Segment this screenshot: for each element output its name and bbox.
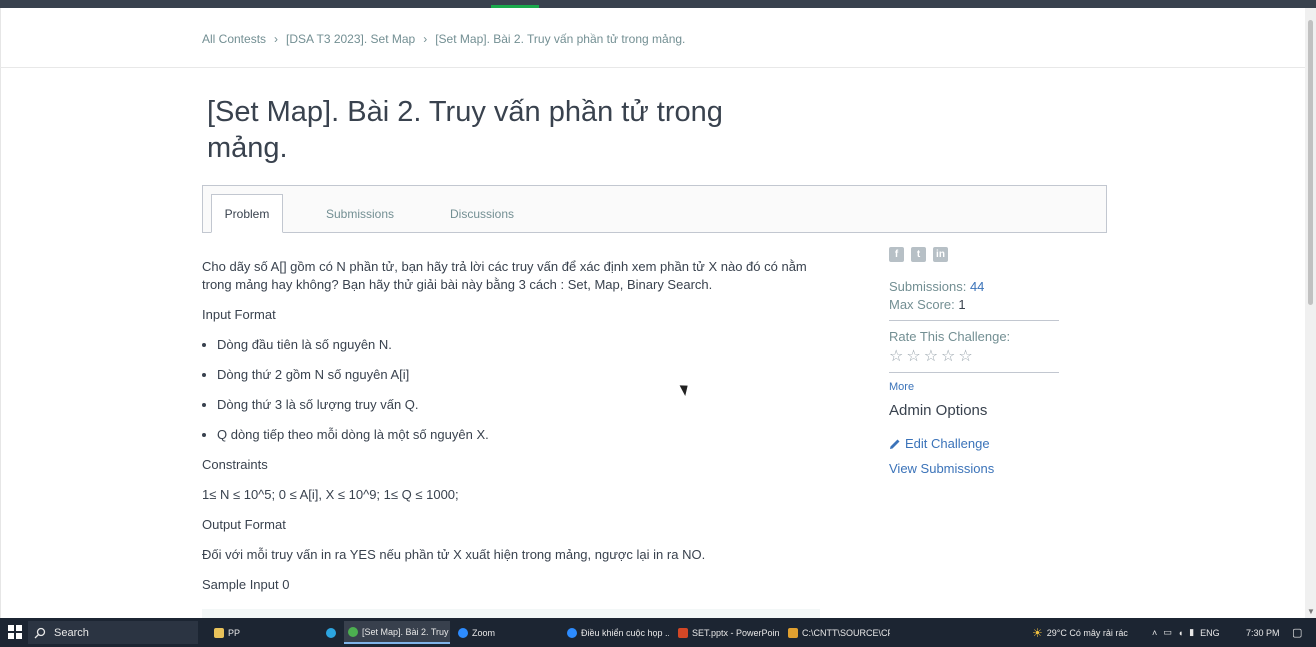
- taskbar-clock[interactable]: 7:30 PM: [1246, 621, 1280, 644]
- tab-submissions[interactable]: Submissions: [315, 194, 405, 233]
- list-item: Dòng thứ 3 là số lượng truy vấn Q.: [217, 396, 822, 414]
- taskbar-item-label: C:\CNTT\SOURCE\CP...: [802, 627, 890, 638]
- problem-intro: Cho dãy số A[] gồm có N phần tử, bạn hãy…: [202, 259, 807, 292]
- more-link[interactable]: More: [889, 381, 1061, 393]
- network-icon[interactable]: ▭: [1163, 627, 1172, 638]
- windows-taskbar: Search PP [Set Map]. Bài 2. Truy ... Zoo…: [0, 618, 1316, 647]
- rate-label: Rate This Challenge:: [889, 329, 1011, 344]
- output-format-heading: Output Format: [202, 517, 286, 532]
- taskbar-item-zoom-meeting[interactable]: Điều khiển cuộc họp ...: [563, 621, 669, 644]
- language-indicator[interactable]: ENG: [1200, 628, 1220, 638]
- taskbar-item-label: Zoom: [472, 627, 496, 638]
- tab-discussions[interactable]: Discussions: [439, 194, 525, 233]
- page-scrollbar[interactable]: ▼: [1305, 8, 1316, 618]
- weather-widget[interactable]: ☀ 29°C Có mây rải rác: [1032, 621, 1128, 644]
- volume-icon[interactable]: ◖: [1178, 628, 1183, 638]
- linkedin-icon[interactable]: in: [933, 247, 948, 262]
- taskbar-item-telegram[interactable]: [322, 621, 338, 644]
- chrome-icon: [348, 626, 358, 637]
- rating-stars: ☆ ☆ ☆ ☆ ☆: [889, 346, 1061, 366]
- input-format-heading: Input Format: [202, 307, 276, 322]
- chevron-up-icon[interactable]: ˄: [1152, 628, 1157, 638]
- sidebar-divider: [889, 372, 1059, 373]
- breadcrumb-contest[interactable]: [DSA T3 2023]. Set Map: [286, 32, 415, 46]
- output-format-text: Đối với mỗi truy vấn in ra YES nếu phần …: [202, 547, 706, 562]
- windows-start-icon[interactable]: [8, 625, 22, 639]
- header-divider: [0, 67, 1305, 68]
- challenge-sidebar: f t in Submissions: 44 Max Score: 1 Rate…: [889, 247, 1061, 481]
- list-item: Dòng thứ 2 gồm N số nguyên A[i]: [217, 366, 822, 384]
- constraints-text: 1≤ N ≤ 10^5; 0 ≤ A[i], X ≤ 10^9; 1≤ Q ≤ …: [202, 487, 459, 502]
- submissions-label: Submissions:: [889, 279, 967, 294]
- taskbar-item-powerpoint[interactable]: SET.pptx - PowerPoin...: [674, 621, 780, 644]
- codeblocks-icon: [788, 627, 798, 638]
- max-score-label: Max Score:: [889, 297, 955, 312]
- page-title: [Set Map]. Bài 2. Truy vấn phần tử trong…: [207, 96, 723, 164]
- pencil-icon: [890, 439, 900, 449]
- taskbar-item-codeblocks[interactable]: C:\CNTT\SOURCE\CP...: [784, 621, 890, 644]
- problem-statement: Cho dãy số A[] gồm có N phần tử, bạn hãy…: [202, 258, 822, 606]
- view-submissions-link[interactable]: View Submissions: [889, 456, 1061, 481]
- zoom-icon: [567, 627, 577, 638]
- top-nav-bar: [0, 0, 1316, 8]
- taskbar-item-label: Điều khiển cuộc họp ...: [581, 627, 669, 638]
- chevron-right-icon: ›: [423, 32, 428, 46]
- constraints-heading: Constraints: [202, 457, 268, 472]
- twitter-icon[interactable]: t: [911, 247, 926, 262]
- star-icon[interactable]: ☆: [958, 346, 972, 366]
- edit-challenge-label: Edit Challenge: [905, 436, 990, 451]
- taskbar-item-label: [Set Map]. Bài 2. Truy ...: [362, 626, 450, 637]
- facebook-icon[interactable]: f: [889, 247, 904, 262]
- taskbar-item-label: SET.pptx - PowerPoin...: [692, 627, 780, 638]
- submissions-stat: Submissions: 44: [889, 278, 1061, 296]
- input-format-list: Dòng đầu tiên là số nguyên N. Dòng thứ 2…: [202, 336, 822, 444]
- max-score-stat: Max Score: 1: [889, 296, 1061, 314]
- taskbar-item-zoom[interactable]: Zoom: [454, 621, 558, 644]
- scroll-down-arrow-icon[interactable]: ▼: [1307, 607, 1315, 616]
- weather-label: 29°C Có mây rải rác: [1046, 627, 1128, 638]
- list-item: Dòng đầu tiên là số nguyên N.: [217, 336, 822, 354]
- breadcrumb-challenge[interactable]: [Set Map]. Bài 2. Truy vấn phần tử trong…: [435, 32, 685, 46]
- taskbar-item-label: PP: [228, 627, 241, 638]
- list-item: Q dòng tiếp theo mỗi dòng là một số nguy…: [217, 426, 822, 444]
- weather-cloud-sun-icon: ☀: [1032, 625, 1043, 640]
- taskbar-search[interactable]: Search: [28, 621, 198, 644]
- telegram-icon: [326, 627, 336, 638]
- sample-input-heading: Sample Input 0: [202, 577, 290, 592]
- taskbar-search-label: Search: [54, 626, 89, 639]
- sidebar-divider: [889, 320, 1059, 321]
- max-score-value: 1: [958, 297, 966, 312]
- zoom-icon: [458, 627, 468, 638]
- sample-input-box: [202, 609, 820, 618]
- scrollbar-thumb[interactable]: [1308, 20, 1313, 305]
- chevron-right-icon: ›: [274, 32, 279, 46]
- social-share: f t in: [889, 247, 1061, 262]
- taskbar-item-folder[interactable]: PP: [210, 621, 310, 644]
- powerpoint-icon: [678, 627, 688, 638]
- admin-options-heading: Admin Options: [889, 402, 988, 419]
- battery-icon[interactable]: ▮: [1189, 627, 1194, 638]
- submissions-count-link[interactable]: 44: [970, 279, 984, 294]
- system-tray: ˄ ▭ ◖ ▮ ENG: [1152, 621, 1220, 644]
- star-icon[interactable]: ☆: [889, 346, 903, 366]
- edit-challenge-link[interactable]: Edit Challenge: [889, 431, 1061, 456]
- search-icon: [34, 627, 46, 638]
- taskbar-item-chrome[interactable]: [Set Map]. Bài 2. Truy ...: [344, 621, 450, 644]
- notification-icon[interactable]: ▢: [1292, 621, 1302, 644]
- folder-icon: [214, 627, 224, 638]
- breadcrumb-all-contests[interactable]: All Contests: [202, 32, 266, 46]
- tab-problem[interactable]: Problem: [211, 194, 283, 233]
- star-icon[interactable]: ☆: [906, 346, 920, 366]
- breadcrumb: All Contests › [DSA T3 2023]. Set Map › …: [202, 32, 685, 46]
- challenge-tabs: Problem Submissions Discussions: [202, 185, 1107, 233]
- star-icon[interactable]: ☆: [924, 346, 938, 366]
- star-icon[interactable]: ☆: [941, 346, 955, 366]
